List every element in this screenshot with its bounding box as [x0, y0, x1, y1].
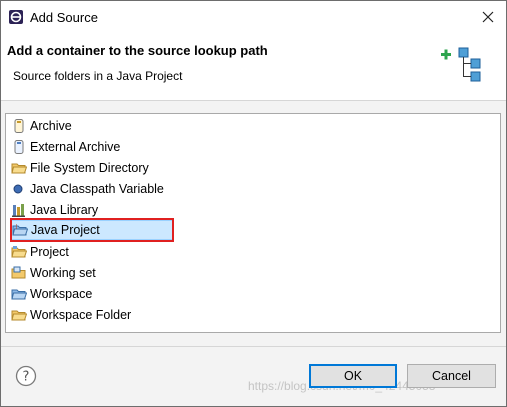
close-icon: [482, 11, 494, 23]
header-title: Add a container to the source lookup pat…: [7, 43, 268, 58]
java-library-icon: [12, 204, 25, 217]
list-item-external-archive[interactable]: External Archive: [11, 137, 171, 157]
list-item-label: Java Project: [31, 223, 100, 237]
list-item-project[interactable]: Project: [11, 242, 171, 262]
dialog-body: Archive External Archive File System Dir…: [1, 101, 506, 346]
list-item-java-classpath-variable[interactable]: Java Classpath Variable: [11, 179, 171, 199]
title-bar: Add Source: [1, 1, 506, 33]
archive-icon: [14, 119, 24, 133]
folder-open-icon: [11, 163, 27, 174]
list-item-working-set[interactable]: Working set: [11, 263, 171, 283]
list-item-label: Archive: [30, 119, 72, 133]
list-item-file-system-directory[interactable]: File System Directory: [11, 158, 171, 178]
working-set-icon: [11, 266, 26, 279]
ok-button[interactable]: OK: [309, 364, 397, 388]
list-item-label: File System Directory: [30, 161, 149, 175]
workspace-icon: [11, 289, 27, 300]
list-item-workspace-folder[interactable]: Workspace Folder: [11, 305, 171, 325]
list-item-label: Java Classpath Variable: [30, 182, 164, 196]
list-item-label: Java Library: [30, 203, 99, 217]
list-item-label: Workspace Folder: [30, 308, 132, 322]
add-container-banner-icon: [441, 47, 481, 82]
dialog-header: Add a container to the source lookup pat…: [1, 33, 506, 98]
list-item-archive[interactable]: Archive: [11, 116, 171, 136]
container-type-list[interactable]: Archive External Archive File System Dir…: [5, 113, 501, 333]
project-folder-icon: [11, 246, 27, 258]
window-title: Add Source: [30, 10, 98, 25]
dialog-footer: ? https://blog.csdn.net/m0_42445058 OK C…: [1, 347, 506, 406]
list-item-java-library[interactable]: Java Library: [11, 200, 171, 220]
cancel-button[interactable]: Cancel: [407, 364, 496, 388]
header-subtitle: Source folders in a Java Project: [13, 69, 183, 83]
svg-text:?: ?: [23, 370, 30, 385]
classpath-variable-icon: [13, 184, 23, 194]
list-item-label: Working set: [30, 266, 96, 280]
list-item-java-project[interactable]: J Java Project: [11, 220, 174, 240]
list-item-label: Workspace: [30, 287, 93, 301]
help-icon[interactable]: ?: [15, 365, 37, 387]
workspace-folder-icon: [11, 310, 27, 321]
list-item-label: Project: [30, 245, 69, 259]
eclipse-app-icon: [9, 10, 23, 24]
add-source-dialog: Add Source Add a container to the source…: [0, 0, 507, 407]
external-archive-icon: [14, 140, 24, 154]
list-item-label: External Archive: [30, 140, 121, 154]
close-button[interactable]: [476, 5, 500, 29]
svg-text:J: J: [15, 224, 17, 230]
java-project-icon: J: [12, 224, 28, 236]
list-item-workspace[interactable]: Workspace: [11, 284, 171, 304]
